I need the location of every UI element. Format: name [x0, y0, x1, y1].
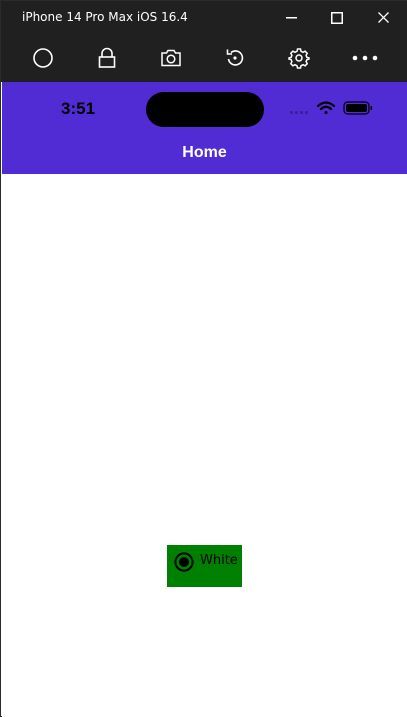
battery-icon	[343, 101, 373, 115]
maximize-icon	[331, 11, 343, 24]
settings-gear-icon	[288, 48, 310, 69]
more-icon	[352, 55, 378, 61]
close-button[interactable]	[360, 1, 406, 34]
app-header: 3:51 Home	[2, 82, 407, 174]
window-title: iPhone 14 Pro Max iOS 16.4	[22, 10, 188, 24]
radio-checked-icon	[174, 552, 194, 572]
lock-button[interactable]	[93, 44, 121, 72]
home-circle-icon	[33, 48, 53, 68]
rotate-button[interactable]	[221, 44, 249, 72]
home-button[interactable]	[29, 44, 57, 72]
page-title: Home	[182, 144, 227, 161]
device-screen: 3:51 Home White	[2, 82, 407, 717]
more-button[interactable]	[350, 44, 380, 72]
maximize-button[interactable]	[314, 1, 360, 34]
settings-button[interactable]	[285, 44, 313, 72]
wifi-icon	[316, 101, 336, 114]
camera-icon	[161, 49, 181, 67]
screenshot-button[interactable]	[157, 44, 185, 72]
minimize-icon	[285, 16, 297, 18]
white-radio-button[interactable]: White	[167, 545, 242, 587]
close-icon	[377, 12, 389, 23]
rotate-icon	[226, 49, 244, 66]
radio-label: White	[200, 553, 238, 568]
dynamic-island	[146, 92, 264, 127]
cellular-signal-icon	[290, 111, 308, 114]
page-content: White	[2, 174, 407, 717]
simulator-window: iPhone 14 Pro Max iOS 16.4 3:51 Home Whi…	[0, 0, 407, 717]
simulator-toolbar	[1, 34, 407, 82]
status-icons	[290, 101, 373, 115]
status-time: 3:51	[61, 99, 96, 118]
window-titlebar[interactable]: iPhone 14 Pro Max iOS 16.4	[1, 1, 407, 34]
lock-icon	[98, 47, 116, 68]
minimize-button[interactable]	[268, 1, 314, 34]
